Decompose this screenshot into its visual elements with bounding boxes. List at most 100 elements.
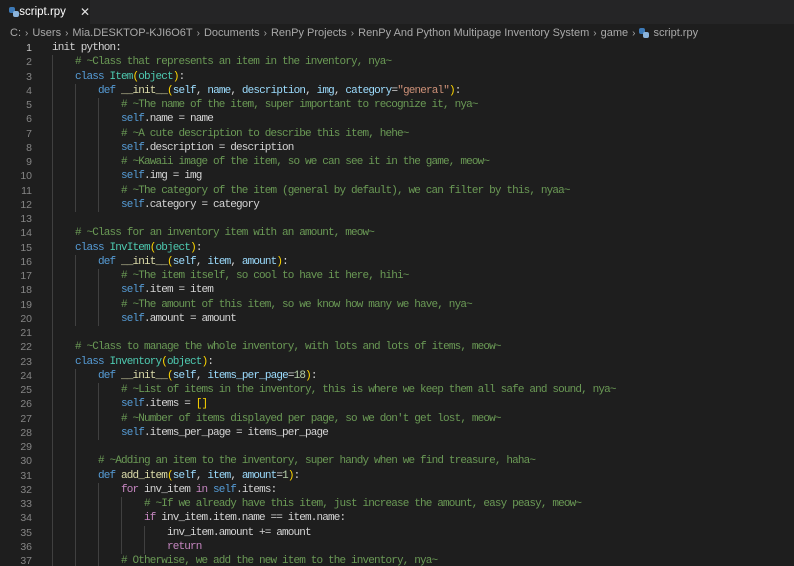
code-line[interactable]: 16 def __init__(self, item, amount): [0, 254, 794, 269]
indent-guide [75, 83, 76, 98]
code-token: item [207, 255, 231, 268]
code-line[interactable]: 21 [0, 326, 794, 341]
breadcrumb: C: › Users › Mia.DESKTOP-KJI6O6T › Documents › R… [0, 24, 794, 42]
indent-guide [75, 283, 76, 298]
breadcrumb-item[interactable]: game [601, 27, 629, 39]
indent-guide [75, 411, 76, 426]
code-token: self [172, 84, 197, 97]
code-line[interactable]: 31 def add_item(self, item, amount=1): [0, 468, 794, 483]
code-line[interactable]: 29 [0, 440, 794, 455]
indent-guide [75, 482, 76, 497]
code-line[interactable]: 11 # ~The category of the item (general b… [0, 183, 794, 198]
code-line[interactable]: 27 # ~Number of items displayed per page,… [0, 411, 794, 426]
code-token: self [213, 483, 237, 496]
code-line[interactable]: 30 # ~Adding an item to the inventory, su… [0, 454, 794, 469]
indent-guide [98, 283, 99, 298]
code-token: # ~A cute description to describe this i… [121, 127, 409, 140]
code-line[interactable]: 8 self.description = description [0, 140, 794, 155]
code-token: , [230, 84, 242, 97]
code-line[interactable]: 25 # ~List of items in the inventory, thi… [0, 383, 794, 398]
code-line[interactable]: 19 # ~The amount of this item, so we know… [0, 297, 794, 312]
code-token: self [172, 255, 197, 268]
line-number: 13 [20, 213, 32, 225]
code-token: description [241, 84, 306, 97]
tab-script-rpy[interactable]: script.rpy ✕ [0, 0, 90, 24]
code-line[interactable]: 4 def __init__(self, name, description, i… [0, 83, 794, 98]
code-token: Item [109, 70, 134, 83]
code-editor[interactable]: 1 init python: 2 # ~Class that represents a… [0, 41, 794, 566]
code-token: , [333, 84, 346, 97]
code-line[interactable]: 37 # Otherwise, we add the new item to th… [0, 554, 794, 566]
code-text: # ~The category of the item (general by … [121, 184, 570, 198]
close-tab-button[interactable]: ✕ [80, 5, 90, 19]
indent-guide [52, 140, 53, 155]
code-text: self.item = item [121, 283, 214, 297]
line-number: 34 [20, 512, 32, 525]
indent-guide [52, 55, 53, 70]
code-text: # ~Class for an inventory item with an a… [75, 226, 375, 240]
indent-guide [75, 539, 76, 554]
code-line[interactable]: 20 self.amount = amount [0, 311, 794, 326]
line-number: 23 [20, 355, 32, 368]
code-line[interactable]: 1 init python: [0, 41, 794, 55]
code-line[interactable]: 14 # ~Class for an inventory item with an… [0, 226, 794, 241]
line-number: 10 [20, 170, 32, 183]
indent-guide [98, 269, 99, 284]
code-text: def __init__(self, item, amount): [98, 255, 289, 269]
line-number: 27 [20, 412, 32, 425]
code-line[interactable]: 33 # ~If we already have this item, just … [0, 497, 794, 512]
code-line[interactable]: 36 return [0, 539, 794, 554]
indent-guide [52, 69, 53, 84]
code-token: : [207, 355, 214, 368]
indent-guide [121, 525, 122, 540]
code-line[interactable]: 24 def __init__(self, items_per_page=18): [0, 368, 794, 383]
indent-guide [98, 297, 99, 312]
code-line[interactable]: 34 if inv_item.item.name == item.name: [0, 511, 794, 526]
code-line[interactable]: 13 [0, 212, 794, 227]
code-line[interactable]: 17 # ~The item itself, so cool to have it… [0, 269, 794, 284]
indent-guide [98, 383, 99, 398]
breadcrumb-item[interactable]: script.rpy [653, 27, 698, 39]
indent-guide [98, 155, 99, 170]
code-token: [] [195, 398, 208, 411]
code-token: , [305, 84, 317, 97]
code-line[interactable]: 7 # ~A cute description to describe this … [0, 126, 794, 141]
indent-guide [52, 411, 53, 426]
code-line[interactable]: 12 self.category = category [0, 197, 794, 212]
breadcrumb-item[interactable]: RenPy Projects [271, 27, 347, 39]
code-line[interactable]: 6 self.name = name [0, 112, 794, 127]
code-line[interactable]: 10 self.img = img [0, 169, 794, 184]
code-line[interactable]: 35 inv_item.amount += amount [0, 525, 794, 540]
code-token: self [121, 141, 145, 154]
code-text: # ~Kawaii image of the item, so we can s… [121, 155, 490, 169]
code-line[interactable]: 28 self.items_per_page = items_per_page [0, 425, 794, 440]
code-line[interactable]: 5 # ~The name of the item, super importan… [0, 98, 794, 113]
code-line[interactable]: 9 # ~Kawaii image of the item, so we can … [0, 155, 794, 170]
code-token: # ~List of items in the inventory, this … [121, 384, 616, 396]
indent-guide [52, 169, 53, 184]
breadcrumb-item[interactable]: Documents [204, 27, 260, 39]
indent-guide [75, 497, 76, 512]
code-line[interactable]: 18 self.item = item [0, 283, 794, 298]
indent-guide [52, 83, 53, 98]
breadcrumb-item[interactable]: Mia.DESKTOP-KJI6O6T [72, 27, 192, 39]
code-line[interactable]: 32 for inv_item in self.items: [0, 482, 794, 497]
code-token: amount [241, 255, 277, 268]
code-token: # ~Adding an item to the inventory, supe… [98, 455, 536, 468]
code-line[interactable]: 26 self.items = [] [0, 397, 794, 412]
indent-guide [75, 140, 76, 155]
code-line[interactable]: 3 class Item(object): [0, 69, 794, 84]
code-line[interactable]: 22 # ~Class to manage the whole inventory… [0, 340, 794, 355]
code-line[interactable]: 15 class InvItem(object): [0, 240, 794, 255]
code-text: # ~Class that represents an item in the … [75, 55, 392, 69]
code-line[interactable]: 2 # ~Class that represents an item in the… [0, 55, 794, 70]
code-token: : [178, 70, 186, 83]
code-line[interactable]: 23 class Inventory(object): [0, 354, 794, 369]
code-token: init python: [52, 42, 122, 54]
breadcrumb-item[interactable]: C: [10, 27, 21, 39]
indent-guide [75, 297, 76, 312]
breadcrumb-item[interactable]: RenPy And Python Multipage Inventory Sys… [358, 27, 589, 39]
breadcrumb-item[interactable]: Users [32, 27, 61, 39]
code-token: # ~The item itself, so cool to have it h… [121, 270, 409, 282]
indent-guide [52, 112, 53, 127]
